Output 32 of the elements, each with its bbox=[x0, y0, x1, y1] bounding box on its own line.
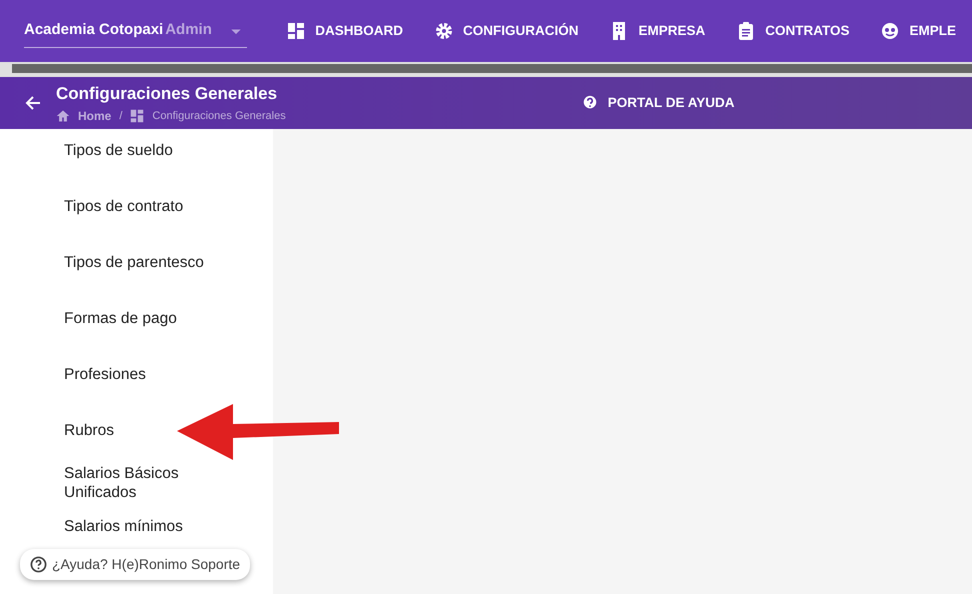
company-select-field[interactable]: Academia CotopaxiAdmin bbox=[24, 14, 248, 48]
dashboard-icon bbox=[130, 108, 144, 123]
sidebar-item[interactable]: Rubros bbox=[0, 403, 273, 459]
page-title: Configuraciones Generales bbox=[56, 83, 278, 106]
nav-link[interactable]: CONFIGURACIÓN bbox=[418, 20, 594, 42]
nav-link[interactable]: EMPLE bbox=[865, 20, 972, 42]
sidebar-item[interactable]: Salarios Básicos Unificados bbox=[0, 459, 230, 509]
help-icon bbox=[30, 556, 47, 573]
scrollbar-thumb[interactable] bbox=[12, 64, 972, 73]
select-value: Academia Cotopaxi bbox=[24, 20, 164, 40]
breadcrumb-separator: / bbox=[119, 108, 122, 124]
sidebar-item[interactable]: Profesiones bbox=[0, 347, 273, 403]
sidebar-item[interactable]: Tipos de contrato bbox=[0, 179, 273, 235]
face-icon bbox=[881, 22, 900, 40]
sidebar-item[interactable]: Formas de pago bbox=[0, 291, 273, 347]
nav-link[interactable]: EMPRESA bbox=[594, 20, 722, 42]
breadcrumb-link[interactable]: Home bbox=[78, 106, 112, 125]
sidebar-item[interactable]: Tipos de parentesco bbox=[0, 235, 273, 291]
help-button[interactable]: ¿Ayuda? H(e)Ronimo Soporte bbox=[20, 549, 250, 580]
settings-icon bbox=[434, 22, 453, 40]
help-portal-link[interactable]: PORTAL DE AYUDA bbox=[566, 92, 750, 114]
nav-link[interactable]: CONTRATOS bbox=[721, 20, 866, 42]
back-arrow-icon[interactable] bbox=[24, 94, 42, 112]
nav-link[interactable]: DASHBOARD bbox=[271, 20, 419, 42]
dashboard-icon bbox=[287, 22, 306, 40]
sidebar-item[interactable]: Tipos de sueldo bbox=[0, 129, 273, 179]
sidebar-item[interactable]: Salarios mínimos bbox=[0, 509, 273, 545]
breadcrumb-current: Configuraciones Generales bbox=[152, 108, 286, 124]
select-label: Admin bbox=[165, 20, 212, 40]
help-icon bbox=[582, 95, 598, 111]
clipboard-icon bbox=[737, 22, 756, 40]
home-icon bbox=[56, 108, 70, 123]
